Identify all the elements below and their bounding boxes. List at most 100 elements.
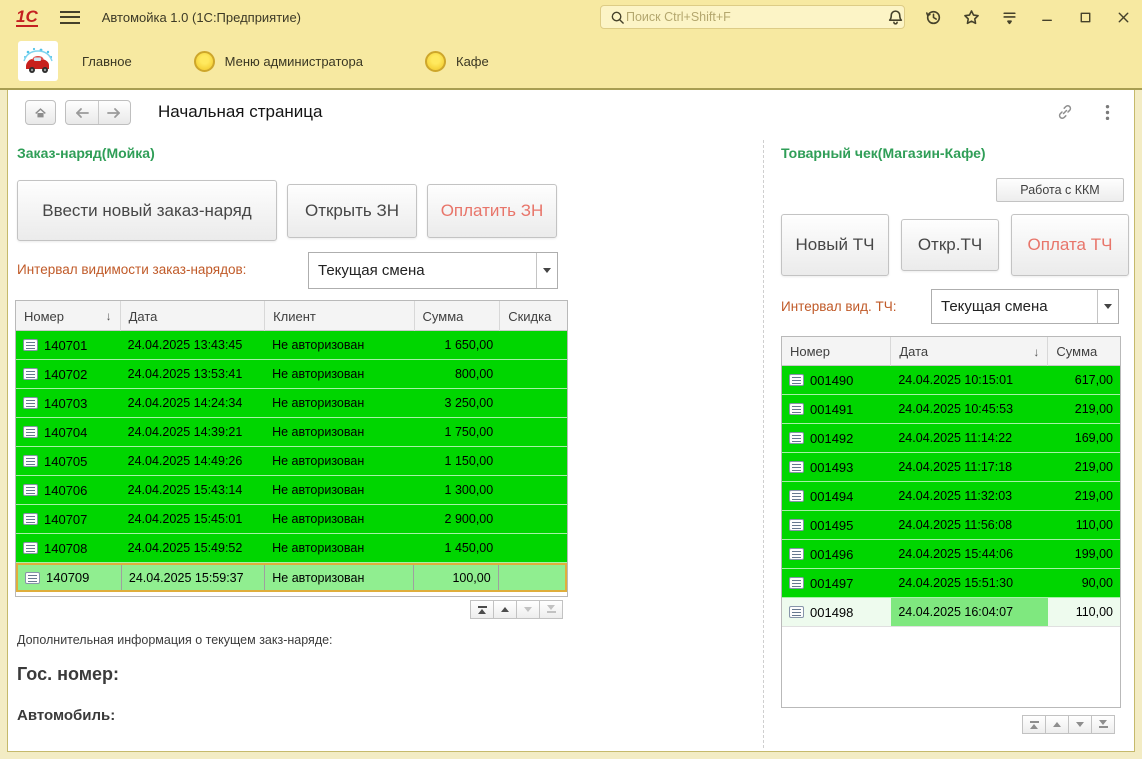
receipt-sum-cell[interactable]: 219,00 <box>1048 395 1120 423</box>
more-actions-icon[interactable] <box>1098 103 1116 121</box>
receipt-sum-cell[interactable]: 199,00 <box>1048 540 1120 568</box>
receipt-date-cell[interactable]: 24.04.2025 11:32:03 <box>891 482 1048 510</box>
order-date-cell[interactable]: 24.04.2025 15:43:14 <box>121 476 265 504</box>
receipt-number-cell[interactable]: 001496 <box>782 540 891 568</box>
receipt-date-cell[interactable]: 24.04.2025 11:56:08 <box>891 511 1048 539</box>
receipt-number-cell[interactable]: 001493 <box>782 453 891 481</box>
order-client-cell[interactable]: Не авторизован <box>265 418 414 446</box>
order-client-cell[interactable]: Не авторизован <box>265 389 414 417</box>
order-client-cell[interactable]: Не авторизован <box>265 476 414 504</box>
order-sum-cell[interactable]: 1 750,00 <box>415 418 501 446</box>
go-last-row-button[interactable] <box>539 600 563 619</box>
order-client-cell[interactable]: Не авторизован <box>265 505 414 533</box>
order-sum-cell[interactable]: 1 450,00 <box>415 534 501 562</box>
section-glavnoe[interactable]: Главное <box>82 54 132 69</box>
chevron-down-icon[interactable] <box>1097 290 1118 323</box>
orders-interval-select[interactable]: Текущая смена <box>308 252 558 289</box>
receipt-date-cell[interactable]: 24.04.2025 15:51:30 <box>891 569 1048 597</box>
receipts-interval-select[interactable]: Текущая смена <box>931 289 1119 324</box>
order-client-cell[interactable]: Не авторизован <box>265 360 414 388</box>
order-date-cell[interactable]: 24.04.2025 14:39:21 <box>121 418 265 446</box>
table-row[interactable]: 00149024.04.2025 10:15:01617,00 <box>782 366 1120 395</box>
order-sum-cell[interactable]: 1 150,00 <box>415 447 501 475</box>
order-number-cell[interactable]: 140706 <box>16 476 121 504</box>
order-number-cell[interactable]: 140709 <box>18 565 122 590</box>
table-row[interactable]: 14070924.04.2025 15:59:37Не авторизован1… <box>16 563 567 592</box>
service-menu-icon[interactable] <box>1000 8 1018 26</box>
favorites-star-icon[interactable] <box>962 8 980 26</box>
table-row[interactable]: 00149724.04.2025 15:51:3090,00 <box>782 569 1120 598</box>
row-up-button[interactable] <box>493 600 517 619</box>
order-date-cell[interactable]: 24.04.2025 13:43:45 <box>121 331 265 359</box>
get-link-icon[interactable] <box>1056 103 1074 121</box>
order-date-cell[interactable]: 24.04.2025 13:53:41 <box>121 360 265 388</box>
row-down-button[interactable] <box>516 600 540 619</box>
new-receipt-button[interactable]: Новый ТЧ <box>781 214 889 276</box>
order-number-cell[interactable]: 140703 <box>16 389 121 417</box>
receipt-date-cell[interactable]: 24.04.2025 10:45:53 <box>891 395 1048 423</box>
order-sum-cell[interactable]: 2 900,00 <box>415 505 501 533</box>
table-row[interactable]: 00149524.04.2025 11:56:08110,00 <box>782 511 1120 540</box>
row-up-button[interactable] <box>1045 715 1069 734</box>
table-row[interactable]: 00149424.04.2025 11:32:03219,00 <box>782 482 1120 511</box>
receipt-number-cell[interactable]: 001491 <box>782 395 891 423</box>
table-row[interactable]: 00149824.04.2025 16:04:07110,00 <box>782 598 1120 627</box>
search-input[interactable] <box>626 10 897 24</box>
pay-receipt-button[interactable]: Оплата ТЧ <box>1011 214 1129 276</box>
receipt-sum-cell[interactable]: 110,00 <box>1048 598 1120 626</box>
column-header-number[interactable]: Номер <box>782 337 891 366</box>
table-row[interactable]: 14070624.04.2025 15:43:14Не авторизован1… <box>16 476 567 505</box>
order-sum-cell[interactable]: 1 650,00 <box>415 331 501 359</box>
open-order-button[interactable]: Открыть ЗН <box>287 184 417 238</box>
order-discount-cell[interactable] <box>500 389 567 417</box>
receipt-sum-cell[interactable]: 219,00 <box>1048 453 1120 481</box>
receipt-number-cell[interactable]: 001494 <box>782 482 891 510</box>
open-receipt-button[interactable]: Откр.ТЧ <box>901 219 999 271</box>
receipt-number-cell[interactable]: 001497 <box>782 569 891 597</box>
go-first-row-button[interactable] <box>470 600 494 619</box>
table-row[interactable]: 14070724.04.2025 15:45:01Не авторизован2… <box>16 505 567 534</box>
row-down-button[interactable] <box>1068 715 1092 734</box>
go-first-row-button[interactable] <box>1022 715 1046 734</box>
order-discount-cell[interactable] <box>500 331 567 359</box>
table-row[interactable]: 14070424.04.2025 14:39:21Не авторизован1… <box>16 418 567 447</box>
section-admin-menu[interactable]: Меню администратора <box>194 51 363 72</box>
order-number-cell[interactable]: 140702 <box>16 360 121 388</box>
receipt-sum-cell[interactable]: 617,00 <box>1048 366 1120 394</box>
receipt-sum-cell[interactable]: 219,00 <box>1048 482 1120 510</box>
table-row[interactable]: 00149124.04.2025 10:45:53219,00 <box>782 395 1120 424</box>
order-client-cell[interactable]: Не авторизован <box>265 447 414 475</box>
minimize-button[interactable] <box>1038 8 1056 26</box>
history-icon[interactable] <box>924 8 942 26</box>
order-discount-cell[interactable] <box>500 534 567 562</box>
order-number-cell[interactable]: 140708 <box>16 534 121 562</box>
order-date-cell[interactable]: 24.04.2025 15:45:01 <box>121 505 265 533</box>
notifications-bell-icon[interactable] <box>886 8 904 26</box>
order-client-cell[interactable]: Не авторизован <box>265 331 414 359</box>
order-number-cell[interactable]: 140701 <box>16 331 121 359</box>
back-button[interactable] <box>66 101 99 124</box>
go-last-row-button[interactable] <box>1091 715 1115 734</box>
receipt-sum-cell[interactable]: 90,00 <box>1048 569 1120 597</box>
receipt-sum-cell[interactable]: 110,00 <box>1048 511 1120 539</box>
order-date-cell[interactable]: 24.04.2025 15:59:37 <box>122 565 265 590</box>
order-discount-cell[interactable] <box>499 565 565 590</box>
order-sum-cell[interactable]: 1 300,00 <box>415 476 501 504</box>
home-button[interactable] <box>25 100 56 125</box>
column-header-discount[interactable]: Скидка <box>500 301 567 331</box>
order-discount-cell[interactable] <box>500 360 567 388</box>
pay-order-button[interactable]: Оплатить ЗН <box>427 184 557 238</box>
section-cafe[interactable]: Кафе <box>425 51 489 72</box>
order-number-cell[interactable]: 140705 <box>16 447 121 475</box>
receipt-date-cell[interactable]: 24.04.2025 11:17:18 <box>891 453 1048 481</box>
table-row[interactable]: 14070824.04.2025 15:49:52Не авторизован1… <box>16 534 567 563</box>
order-sum-cell[interactable]: 800,00 <box>415 360 501 388</box>
table-row[interactable]: 00149624.04.2025 15:44:06199,00 <box>782 540 1120 569</box>
order-sum-cell[interactable]: 100,00 <box>414 565 499 590</box>
global-search[interactable] <box>600 5 905 29</box>
table-row[interactable]: 14070224.04.2025 13:53:41Не авторизован8… <box>16 360 567 389</box>
column-header-number[interactable]: Номер ↓ <box>16 301 121 331</box>
kkm-button[interactable]: Работа с ККМ <box>996 178 1124 202</box>
chevron-down-icon[interactable] <box>536 253 557 288</box>
order-client-cell[interactable]: Не авторизован <box>265 534 414 562</box>
